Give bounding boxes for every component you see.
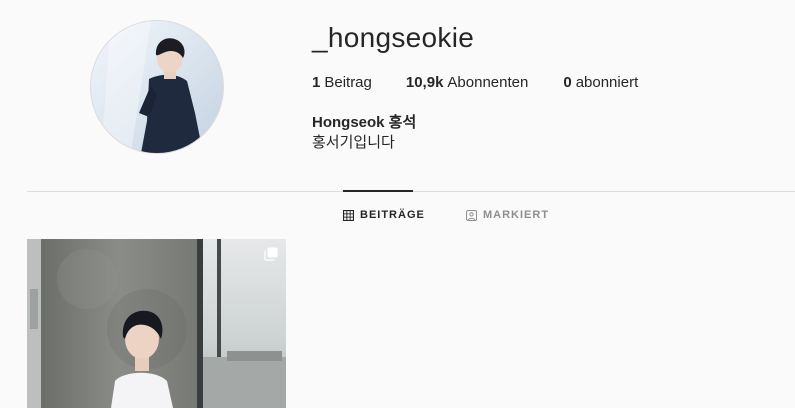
tab-tagged[interactable]: MARKIERT	[466, 209, 549, 221]
active-tab-indicator	[343, 190, 413, 192]
post-thumbnail[interactable]	[27, 239, 286, 408]
tab-tagged-label: MARKIERT	[483, 209, 550, 221]
stat-posts: 1 Beitrag	[312, 74, 372, 91]
stat-followers-label: Abonnenten	[447, 74, 529, 91]
profile-avatar[interactable]	[90, 20, 224, 154]
profile-stats: 1 Beitrag 10,9k Abonnenten 0 abonniert	[312, 74, 638, 91]
stat-following[interactable]: 0 abonniert	[563, 74, 638, 91]
tab-posts[interactable]: BEITRÄGE	[343, 209, 425, 221]
tagged-person-icon	[466, 209, 477, 221]
stat-following-label: abonniert	[575, 74, 639, 91]
tab-posts-label: BEITRÄGE	[360, 209, 425, 221]
grid-icon	[343, 209, 354, 221]
avatar-photo	[91, 21, 223, 153]
stat-posts-count: 1	[312, 74, 321, 91]
post-photo	[27, 239, 286, 408]
stat-followers[interactable]: 10,9k Abonnenten	[406, 74, 528, 91]
profile-username: _hongseokie	[312, 22, 475, 53]
stat-posts-label: Beitrag	[324, 74, 372, 91]
stat-followers-count: 10,9k	[405, 74, 444, 91]
multiple-photos-icon	[264, 247, 278, 266]
stat-following-count: 0	[563, 74, 572, 91]
profile-bio: 홍서기입니다	[312, 134, 395, 151]
profile-full-name: Hongseok 홍석	[312, 114, 417, 131]
